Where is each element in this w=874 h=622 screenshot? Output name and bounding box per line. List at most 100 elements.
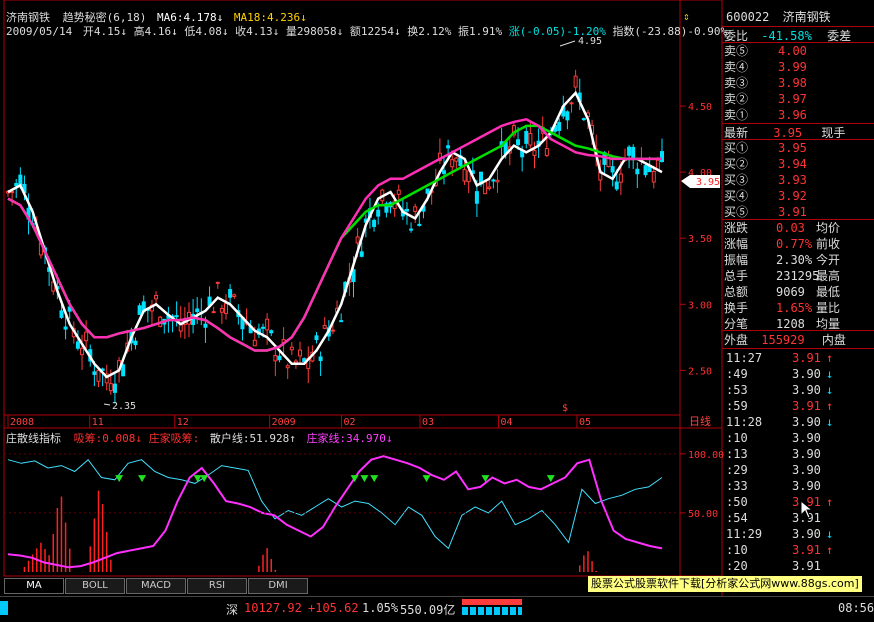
candle-body (495, 179, 500, 183)
stock-code: 600022 (726, 10, 770, 24)
candle-body (450, 159, 455, 168)
candle-body (265, 318, 270, 331)
split-marker: $ (562, 403, 568, 414)
candle-body (487, 186, 492, 190)
tick-price: 3.90 (792, 527, 821, 541)
bid-label: 买③ (724, 173, 749, 187)
candle-body (330, 329, 335, 332)
candle-body (651, 170, 656, 183)
commission-ratio: -41.58% (761, 29, 812, 43)
period-label[interactable]: 日线 (689, 414, 711, 428)
inner-label: 内盘 (821, 333, 846, 347)
time-tick-label: 03 (422, 417, 434, 428)
candle-body (293, 360, 298, 364)
pin-icon[interactable]: ⇕ (683, 10, 690, 23)
tick-price: 3.90 (792, 383, 821, 397)
bid-price: 3.95 (778, 141, 807, 155)
candle-body (318, 356, 323, 362)
ask-label: 卖③ (724, 76, 749, 90)
tick-price: 3.90 (792, 367, 821, 381)
breadth-bar-up (462, 599, 522, 605)
tab-dmi[interactable]: DMI (248, 578, 308, 594)
stat-label: 涨幅 (724, 237, 749, 251)
bid-row: 买③ 3.93 (722, 172, 874, 188)
bid-row: 买④ 3.92 (722, 188, 874, 204)
tick-time: 11:29 (726, 527, 763, 541)
commission-diff-label: 委差 (827, 29, 852, 43)
bid-label: 买② (724, 157, 749, 171)
accum-value: 吸筹:0.008↓ (73, 432, 142, 445)
candle-body (137, 305, 142, 315)
stat-label: 总手 (724, 269, 749, 283)
candle-body (491, 179, 496, 182)
candle-body (298, 349, 303, 357)
mouse-cursor-icon (800, 500, 814, 519)
tick-time: 11:28 (726, 415, 763, 429)
tick-row: :59 3.91 ↑ (722, 398, 874, 414)
candle-body (483, 181, 488, 195)
ask-row: 卖② 3.97 (722, 91, 874, 107)
candle-body (581, 118, 586, 121)
last-price-label: 最新 (724, 126, 749, 140)
ask-book: 卖⑤ 4.00 卖④ 3.99 卖③ 3.98 卖② 3.97 卖① 3.96 (722, 42, 874, 123)
ask-price: 4.00 (778, 44, 807, 58)
tick-direction: ↓ (826, 415, 834, 429)
time-axis: 2008 11 12 2009 02 03 04 05 (4, 414, 680, 428)
tick-row: :20 3.91 (722, 558, 874, 574)
candle-body (544, 148, 549, 156)
candle-body (376, 209, 381, 217)
tick-direction: ↑ (826, 399, 834, 413)
ask-price: 3.99 (778, 60, 807, 74)
tick-row: :53 3.90 ↓ (722, 382, 874, 398)
tick-price: 3.90 (792, 415, 821, 429)
candle-body (195, 308, 200, 313)
candle-body (203, 323, 208, 328)
signal-marker (200, 475, 209, 483)
tab-boll[interactable]: BOLL (65, 578, 125, 594)
candle-body (627, 146, 632, 156)
candle-body (532, 150, 537, 156)
quote-stats: 涨跌 0.03 均价 涨幅 0.77% 前收 振幅 2.30% 今开 总手 231295 最高 总额 90… (722, 219, 874, 332)
tick-price: 3.91 (792, 399, 821, 413)
tab-macd[interactable]: MACD (126, 578, 186, 594)
candle-body (557, 122, 562, 131)
stat-label-2: 量比 (816, 301, 841, 315)
candle-body (154, 294, 159, 300)
time-tick-label: 02 (344, 417, 356, 428)
tick-direction: ↑ (826, 351, 834, 365)
candle-body (92, 371, 97, 375)
candle-body (228, 289, 233, 298)
price-tick-label: 3.00 (688, 300, 712, 311)
bid-price: 3.93 (778, 173, 807, 187)
tick-price: 3.91 (792, 543, 821, 557)
ask-label: 卖④ (724, 60, 749, 74)
tick-list[interactable]: 11:27 3.91 ↑:49 3.90 ↓:53 3.90 ↓:59 3.91 ↑ 11:28 3… (722, 350, 874, 574)
stat-label: 换手 (724, 301, 749, 315)
sub-indicator-title: 庄散线指标 (6, 432, 61, 445)
market-pct: 1.05% (362, 601, 399, 615)
tick-row: :54 3.91 (722, 510, 874, 526)
bar-low: 低4.08↓ (184, 25, 229, 38)
price-tick-label: 2.50 (688, 366, 712, 377)
tick-row: :10 3.91 ↑ (722, 542, 874, 558)
ask-row: 卖③ 3.98 (722, 75, 874, 91)
candle-body (174, 315, 179, 318)
candle-body (314, 335, 319, 341)
retail-line-value: 散户线:51.928↑ (209, 432, 296, 445)
candle-body (569, 102, 574, 105)
candlestick-series (6, 69, 664, 404)
candle-body (232, 294, 237, 297)
tick-time: :20 (726, 559, 748, 573)
stat-row: 总额 9069 最低 (722, 284, 874, 300)
candle-body (211, 311, 216, 314)
tick-time: :13 (726, 447, 748, 461)
candle-body (404, 208, 409, 212)
watermark-banner: 股票公式股票软件下载[分析家公式网www.88gs.com] (588, 576, 862, 592)
bid-row: 买① 3.95 (722, 140, 874, 156)
candle-body (121, 364, 126, 377)
tab-ma[interactable]: MA (4, 578, 64, 594)
tick-direction: ↑ (826, 543, 834, 557)
status-indicator (0, 601, 8, 615)
tab-rsi[interactable]: RSI (187, 578, 247, 594)
index-change: 指数(-23.88)-0.90% (612, 25, 728, 38)
